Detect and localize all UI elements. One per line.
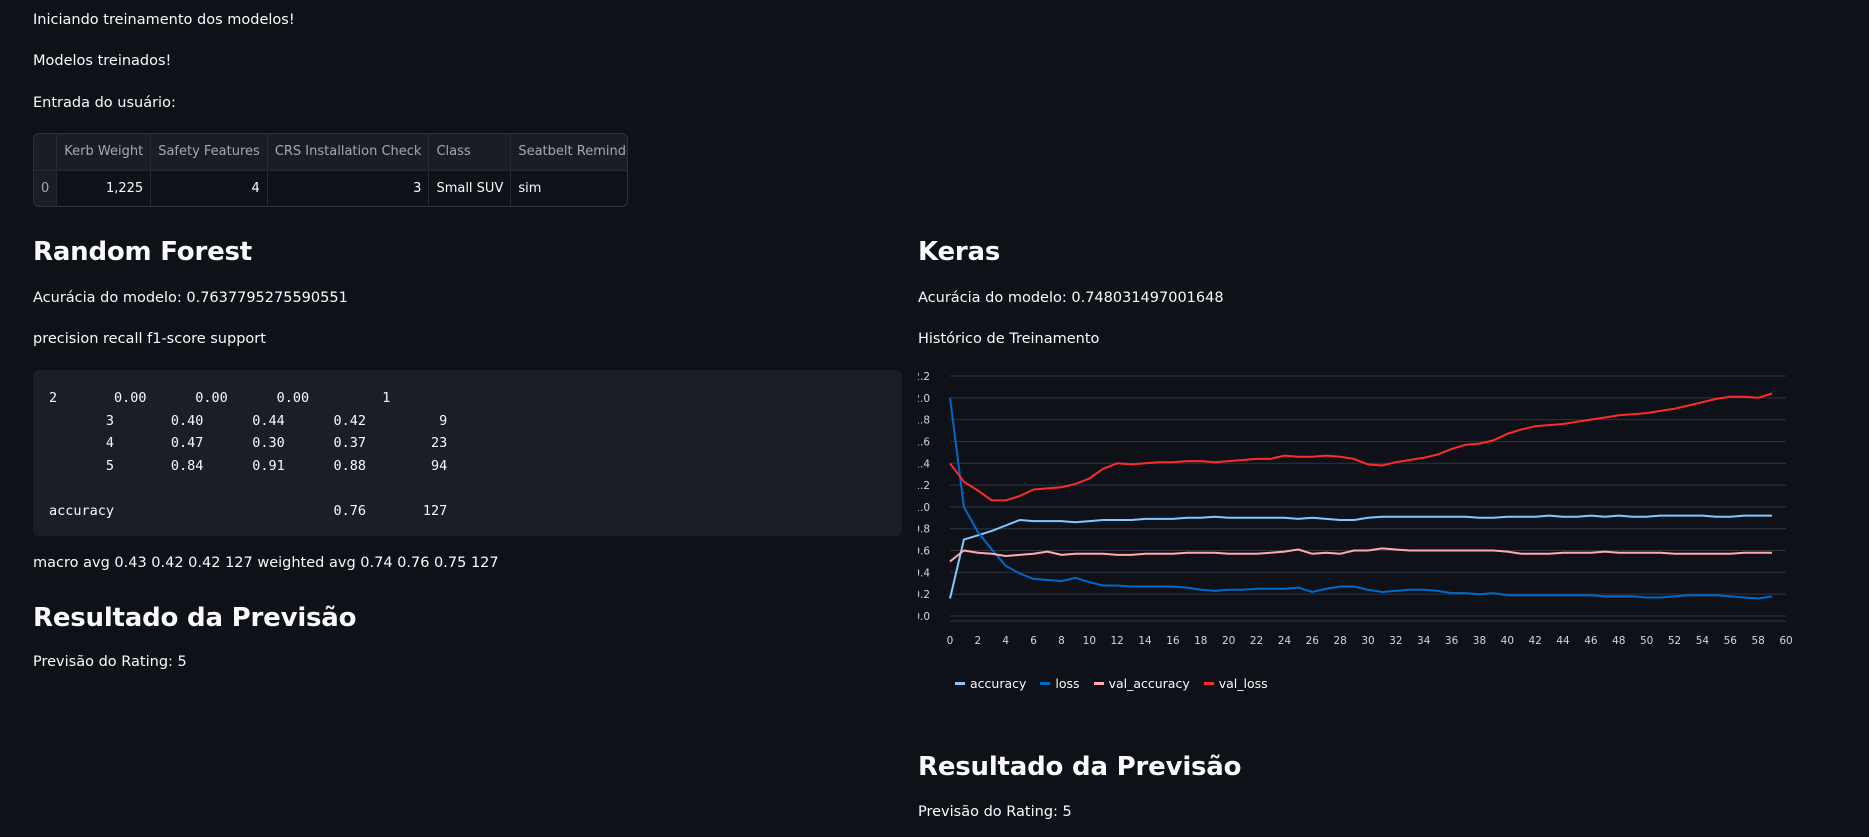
x-tick-label: 22 (1250, 635, 1263, 647)
table-row: 0 1,225 4 3 Small SUV sim (34, 169, 627, 206)
series-line-loss (949, 397, 1773, 600)
x-tick-label: 0 (947, 635, 954, 647)
training-history-label: Histórico de Treinamento (918, 331, 1100, 347)
keras-result-title: Resultado da Previsão (918, 752, 1242, 782)
x-tick-label: 30 (1361, 635, 1374, 647)
y-tick-label: 0.4 (918, 567, 930, 579)
x-tick-label: 44 (1556, 635, 1570, 647)
x-tick-label: 48 (1612, 635, 1625, 647)
x-tick-label: 50 (1640, 635, 1653, 647)
y-tick-label: 1.8 (918, 415, 930, 427)
kerb-weight-cell[interactable]: 1,225 (56, 169, 152, 206)
x-tick-label: 14 (1138, 635, 1152, 647)
row-index-cell[interactable]: 0 (34, 169, 58, 206)
y-tick-label: 0.6 (918, 546, 930, 558)
chart-legend[interactable]: accuracy loss val_accuracy val_loss (955, 676, 1268, 691)
random-forest-title: Random Forest (33, 237, 253, 267)
legend-item-val-loss[interactable]: val_loss (1203, 676, 1268, 691)
random-forest-accuracy: Acurácia do modelo: 0.7637795275590551 (33, 290, 348, 306)
safety-features-cell[interactable]: 4 (150, 169, 268, 206)
dataframe-header-row: Kerb Weight Safety Features CRS Installa… (34, 134, 627, 171)
x-tick-label: 20 (1222, 635, 1235, 647)
training-history-chart[interactable]: 0.00.20.40.60.81.01.21.41.61.82.02.20246… (918, 368, 1794, 658)
x-tick-label: 46 (1584, 635, 1598, 647)
y-tick-label: 1.2 (918, 480, 930, 492)
y-tick-label: 2.2 (918, 371, 930, 383)
column-header-safety-features[interactable]: Safety Features (150, 134, 268, 171)
y-tick-label: 0.2 (918, 589, 930, 601)
keras-title: Keras (918, 237, 1001, 267)
random-forest-prediction: Previsão do Rating: 5 (33, 654, 187, 670)
x-tick-label: 32 (1389, 635, 1402, 647)
x-tick-label: 56 (1724, 635, 1738, 647)
x-tick-label: 60 (1779, 635, 1792, 647)
x-tick-label: 38 (1473, 635, 1486, 647)
legend-swatch-val-accuracy (1093, 682, 1104, 685)
column-header-class[interactable]: Class (428, 134, 512, 171)
legend-swatch-accuracy (955, 682, 965, 685)
legend-label-accuracy: accuracy (970, 676, 1027, 691)
legend-label-loss: loss (1055, 676, 1080, 691)
classification-report-header: precision recall f1-score support (33, 331, 266, 347)
legend-label-val-accuracy: val_accuracy (1108, 676, 1190, 691)
x-tick-label: 54 (1696, 635, 1710, 647)
legend-swatch-val-loss (1203, 682, 1214, 685)
x-tick-label: 6 (1030, 635, 1037, 647)
x-tick-label: 10 (1083, 635, 1096, 647)
legend-label-val-loss: val_loss (1218, 676, 1268, 691)
seatbelt-reminder-cell[interactable]: sim (510, 169, 627, 206)
x-tick-label: 28 (1333, 635, 1346, 647)
y-tick-label: 0.0 (918, 611, 930, 623)
legend-item-val-accuracy[interactable]: val_accuracy (1093, 676, 1190, 691)
keras-prediction: Previsão do Rating: 5 (918, 804, 1072, 820)
x-tick-label: 26 (1306, 635, 1320, 647)
x-tick-label: 12 (1111, 635, 1124, 647)
y-tick-label: 2.0 (918, 393, 930, 405)
classification-report-footer: macro avg 0.43 0.42 0.42 127 weighted av… (33, 555, 499, 571)
column-header-crs-installation-check[interactable]: CRS Installation Check (266, 134, 430, 171)
user-input-dataframe[interactable]: Kerb Weight Safety Features CRS Installa… (33, 133, 628, 207)
legend-item-accuracy[interactable]: accuracy (955, 676, 1026, 691)
x-tick-label: 58 (1751, 635, 1764, 647)
series-line-val-loss (949, 392, 1773, 502)
x-tick-label: 4 (1002, 635, 1009, 647)
series-line-accuracy (949, 514, 1773, 599)
user-input-label: Entrada do usuário: (33, 95, 176, 111)
column-header-seatbelt-reminder[interactable]: Seatbelt Reminder (510, 134, 627, 171)
x-tick-label: 18 (1194, 635, 1207, 647)
legend-swatch-loss (1040, 682, 1051, 685)
x-tick-label: 8 (1058, 635, 1065, 647)
y-tick-label: 0.8 (918, 524, 930, 536)
crs-installation-check-cell[interactable]: 3 (266, 169, 430, 206)
y-tick-label: 1.0 (918, 502, 930, 514)
status-message-done: Modelos treinados! (33, 53, 172, 69)
x-tick-label: 42 (1529, 635, 1542, 647)
classification-report-code-block[interactable]: 2 0.00 0.00 0.00 1 3 0.40 0.44 0.42 9 4 … (33, 370, 902, 536)
x-tick-label: 24 (1278, 635, 1292, 647)
column-header-kerb-weight[interactable]: Kerb Weight (56, 134, 152, 171)
x-tick-label: 52 (1668, 635, 1681, 647)
x-tick-label: 16 (1166, 635, 1180, 647)
keras-accuracy: Acurácia do modelo: 0.748031497001648 (918, 290, 1224, 306)
legend-item-loss[interactable]: loss (1040, 676, 1080, 691)
x-tick-label: 2 (975, 635, 982, 647)
column-header-index[interactable] (34, 134, 58, 171)
classification-report-text: 2 0.00 0.00 0.00 1 3 0.40 0.44 0.42 9 4 … (49, 390, 448, 519)
y-tick-label: 1.6 (918, 436, 930, 448)
status-message-start: Iniciando treinamento dos modelos! (33, 12, 295, 28)
random-forest-result-title: Resultado da Previsão (33, 603, 357, 633)
class-cell[interactable]: Small SUV (428, 169, 512, 206)
x-tick-label: 36 (1445, 635, 1459, 647)
y-tick-label: 1.4 (918, 458, 930, 470)
x-tick-label: 40 (1501, 635, 1514, 647)
x-tick-label: 34 (1417, 635, 1431, 647)
